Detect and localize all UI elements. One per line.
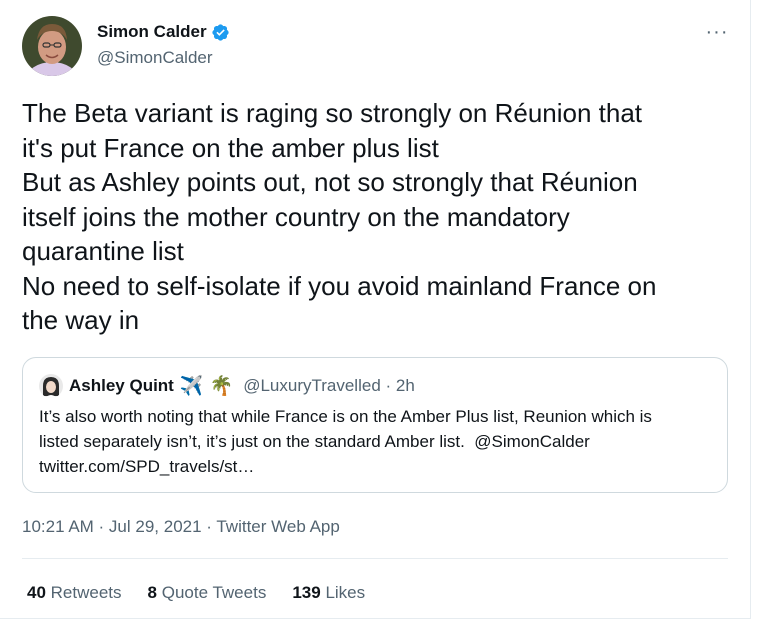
avatar[interactable] bbox=[22, 16, 82, 76]
retweets-count: 40 bbox=[27, 583, 46, 602]
quote-tweets-label: Quote Tweets bbox=[161, 583, 267, 602]
retweets-label: Retweets bbox=[50, 583, 122, 602]
quote-avatar-image bbox=[39, 374, 63, 398]
author-display-name[interactable]: Simon Calder bbox=[97, 22, 207, 42]
quote-text: It’s also worth noting that while France… bbox=[39, 407, 652, 476]
quoted-tweet-header: Ashley Quint ✈️ 🌴 @LuxuryTravelled · 2h bbox=[39, 374, 415, 398]
verified-badge-icon bbox=[211, 23, 229, 41]
likes-label: Likes bbox=[325, 583, 366, 602]
quote-tweets-count: 8 bbox=[147, 583, 157, 602]
tweet-card: Simon Calder @SimonCalder ··· The Beta v… bbox=[0, 0, 751, 619]
tweet-timestamp[interactable]: 10:21 AM · Jul 29, 2021 · Twitter Web Ap… bbox=[22, 517, 340, 537]
retweets-stat[interactable]: 40 Retweets bbox=[27, 583, 122, 603]
quote-handle-time[interactable]: @LuxuryTravelled · 2h bbox=[243, 376, 415, 396]
tweet-text: The Beta variant is raging so strongly o… bbox=[22, 98, 657, 335]
quote-display-name[interactable]: Ashley Quint bbox=[69, 376, 174, 396]
avatar-image bbox=[22, 16, 82, 76]
quote-user-avatar[interactable] bbox=[39, 374, 63, 398]
divider bbox=[22, 558, 728, 559]
author-handle[interactable]: @SimonCalder bbox=[97, 48, 213, 68]
more-options-icon[interactable]: ··· bbox=[700, 18, 734, 46]
likes-count: 139 bbox=[292, 583, 321, 602]
engagement-stats: 40 Retweets 8 Quote Tweets 139 Likes bbox=[27, 583, 365, 603]
likes-stat[interactable]: 139 Likes bbox=[292, 583, 365, 603]
quote-tweets-stat[interactable]: 8 Quote Tweets bbox=[148, 583, 267, 603]
airplane-emoji: ✈️ bbox=[179, 375, 204, 397]
quoted-tweet[interactable]: Ashley Quint ✈️ 🌴 @LuxuryTravelled · 2h … bbox=[22, 357, 728, 493]
palm-tree-emoji: 🌴 bbox=[209, 375, 234, 397]
author-name-row: Simon Calder bbox=[97, 22, 230, 42]
